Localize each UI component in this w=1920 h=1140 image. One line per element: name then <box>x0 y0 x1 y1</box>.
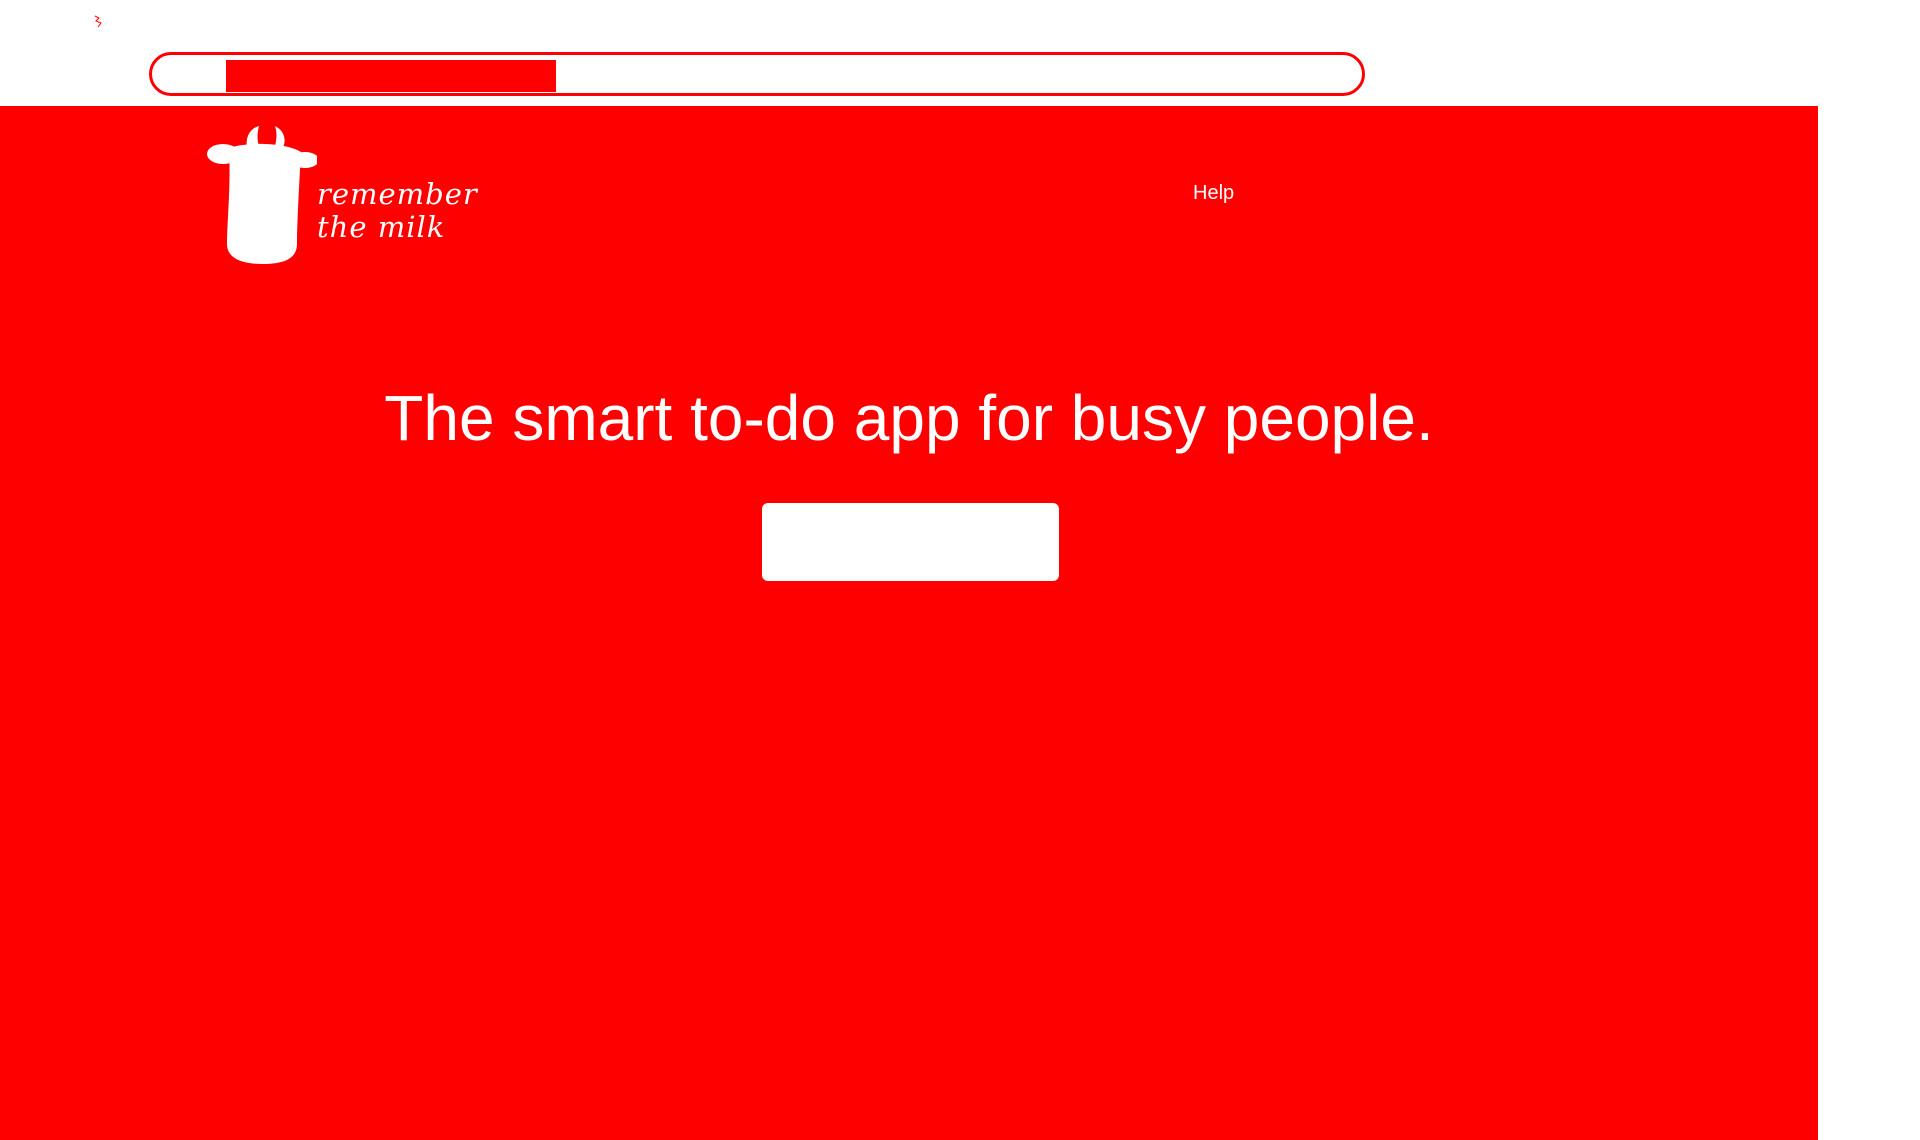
logo-line-1: remember <box>317 177 478 211</box>
nav-help-link[interactable]: Help <box>1193 182 1234 205</box>
favicon-icon <box>92 14 106 28</box>
hero-section: remember the milk Help The smart to-do a… <box>0 106 1818 1140</box>
browser-top-strip <box>0 0 1920 106</box>
cta-button[interactable] <box>762 503 1059 581</box>
hero-headline: The smart to-do app for busy people. <box>384 382 1434 454</box>
page: remember the milk Help The smart to-do a… <box>0 0 1920 1140</box>
cow-icon <box>207 126 317 264</box>
logo-link[interactable]: remember the milk <box>205 126 495 266</box>
address-bar-redaction <box>226 60 556 92</box>
right-gutter <box>1818 106 1920 1140</box>
logo-line-2: the milk <box>317 210 446 244</box>
address-bar[interactable] <box>149 52 1365 96</box>
logo-wordmark: remember the milk <box>317 178 478 244</box>
